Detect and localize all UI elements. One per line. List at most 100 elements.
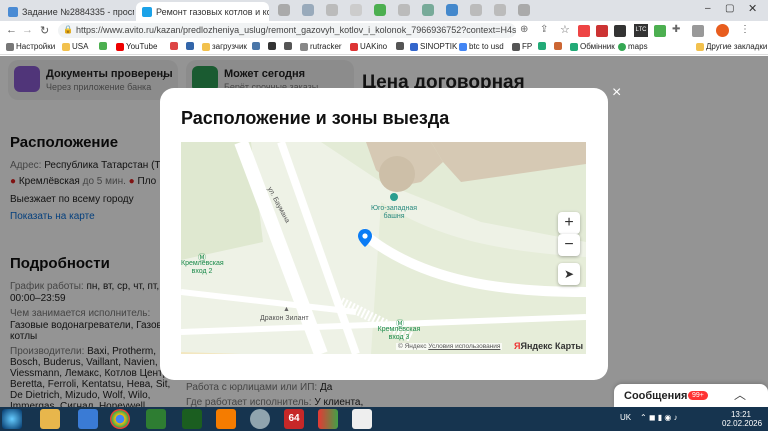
bookmark-icon <box>186 42 194 50</box>
avatar[interactable] <box>716 24 729 37</box>
maximize-button[interactable]: ▢ <box>725 3 734 14</box>
extension-icon[interactable] <box>614 25 626 37</box>
bookmark-exchanger[interactable]: Обмінник <box>570 42 615 51</box>
bookmark-icon <box>512 42 520 51</box>
messages-badge: 99+ <box>688 391 708 400</box>
share-icon[interactable]: ⇪ <box>540 24 548 35</box>
bookmark-icon <box>284 42 292 50</box>
bookmark-item[interactable] <box>396 42 404 50</box>
place-label: Дракон Зилант <box>260 315 309 322</box>
bookmark-maps[interactable]: maps <box>618 42 648 51</box>
metro-exit-3-label: Кремлёвская вход 3 <box>377 326 421 341</box>
window-close-button[interactable]: ✕ <box>748 2 757 15</box>
bookmark-uakino[interactable]: UAKino <box>350 42 387 51</box>
location-pin-icon[interactable] <box>358 229 372 247</box>
start-button[interactable] <box>2 409 22 429</box>
tab-mini[interactable] <box>350 4 362 16</box>
bookmark-item[interactable] <box>268 42 276 50</box>
bookmark-sinoptik[interactable]: SINOPTIK <box>410 42 457 51</box>
minimize-button[interactable]: – <box>705 3 711 14</box>
folder-icon <box>62 42 70 51</box>
zoom-out-button[interactable]: − <box>558 234 580 256</box>
bookmark-item[interactable] <box>99 42 107 50</box>
app-icon[interactable] <box>182 409 202 429</box>
bookmark-rutracker[interactable]: rutracker <box>300 42 342 51</box>
bookmark-btc[interactable]: btc to usd <box>459 42 504 51</box>
app-icon[interactable] <box>250 409 270 429</box>
folder-icon <box>696 42 704 51</box>
tab-task[interactable]: Задание №2884335 - просмотр з ✕ <box>2 2 134 21</box>
chrome-icon[interactable] <box>110 409 130 429</box>
bookmark-item[interactable] <box>284 42 292 50</box>
puzzle-icon[interactable]: ✚ <box>672 24 680 35</box>
bookmark-settings[interactable]: Настройки <box>6 42 55 51</box>
landmark-icon <box>390 193 398 201</box>
translate-icon[interactable]: ⊕ <box>520 24 528 35</box>
app-icon[interactable] <box>318 409 338 429</box>
tab-mini[interactable] <box>470 4 482 16</box>
bookmark-icon <box>268 42 276 50</box>
vk-icon <box>252 42 260 50</box>
language-indicator[interactable]: UK <box>620 413 631 422</box>
map-canvas <box>181 142 586 354</box>
tab-mini[interactable] <box>446 4 458 16</box>
bookmark-star-icon[interactable]: ☆ <box>560 23 570 36</box>
clock[interactable]: 13:21 02.02.2026 <box>722 410 762 428</box>
bookmark-icon <box>410 42 418 51</box>
lock-icon: 🔒 <box>63 25 73 34</box>
bookmark-icon <box>396 42 404 50</box>
messages-label: Сообщения <box>624 390 688 402</box>
other-bookmarks[interactable]: Другие закладки <box>696 42 767 51</box>
ltc-extension-icon[interactable]: LTC <box>634 24 648 37</box>
tab-mini[interactable] <box>398 4 410 16</box>
media-player-icon[interactable] <box>216 409 236 429</box>
tab-mini[interactable] <box>326 4 338 16</box>
zoom-in-button[interactable]: + <box>558 212 580 234</box>
sp-favicon-icon <box>8 6 18 17</box>
avito-favicon-icon <box>142 6 152 17</box>
bookmark-item[interactable] <box>186 42 194 50</box>
explorer-icon[interactable] <box>40 409 60 429</box>
metro-exit-2-label: Кремлёвская вход 2 <box>181 260 224 275</box>
extension-icon[interactable] <box>578 25 590 37</box>
tab-mini[interactable] <box>278 4 290 16</box>
app-icon[interactable] <box>352 409 372 429</box>
bookmark-vk[interactable] <box>252 42 260 50</box>
yandex-maps-logo[interactable]: ЯЯндекс Карты <box>514 341 583 351</box>
tab-mini[interactable] <box>302 4 314 16</box>
extension-icon[interactable] <box>692 25 704 37</box>
landmark-label: Юго-западная башня <box>370 205 418 220</box>
bookmark-gmail[interactable] <box>170 42 178 50</box>
chevron-up-icon[interactable]: ︿ <box>734 386 746 403</box>
app-icon[interactable] <box>146 409 166 429</box>
app-icon[interactable] <box>78 409 98 429</box>
tab-mini[interactable] <box>518 4 530 16</box>
map-terms-link[interactable]: Условия использования <box>428 343 500 350</box>
yandex-map[interactable] <box>181 142 586 354</box>
bookmark-icon <box>570 42 578 51</box>
address-bar[interactable]: https://www.avito.ru/kazan/predlozheniya… <box>58 23 516 38</box>
map-pin-icon <box>618 42 626 51</box>
back-button[interactable]: ← <box>6 24 17 36</box>
reload-button[interactable]: ↻ <box>40 24 49 37</box>
tab-mini[interactable] <box>374 4 386 16</box>
forward-button[interactable]: → <box>22 24 33 36</box>
bookmark-fp[interactable]: FP <box>512 42 532 51</box>
tab-avito[interactable]: Ремонт газовых котлов и колонок ✕ <box>136 2 269 21</box>
bookmark-item[interactable] <box>554 42 562 50</box>
extension-icon[interactable] <box>654 25 666 37</box>
geolocation-button[interactable]: ➤ <box>558 263 580 285</box>
tray-icons[interactable]: ⌃ ◼ ▮ ◉ ♪ <box>640 413 678 422</box>
bookmark-youtube[interactable]: YouTube <box>116 42 157 51</box>
menu-dots-icon[interactable]: ⋮ <box>740 24 750 35</box>
tab-mini[interactable] <box>494 4 506 16</box>
aida64-icon[interactable]: 64 <box>284 409 304 429</box>
extension-icon[interactable] <box>596 25 608 37</box>
bookmark-item[interactable] <box>538 42 546 50</box>
monument-icon: ▲ <box>283 306 290 313</box>
bookmark-downloader[interactable]: загрузчик <box>202 42 247 51</box>
modal-close-button[interactable]: × <box>612 84 621 102</box>
modal-title: Расположение и зоны выезда <box>181 108 450 128</box>
bookmark-usa[interactable]: USA <box>62 42 88 51</box>
tab-mini[interactable] <box>422 4 434 16</box>
